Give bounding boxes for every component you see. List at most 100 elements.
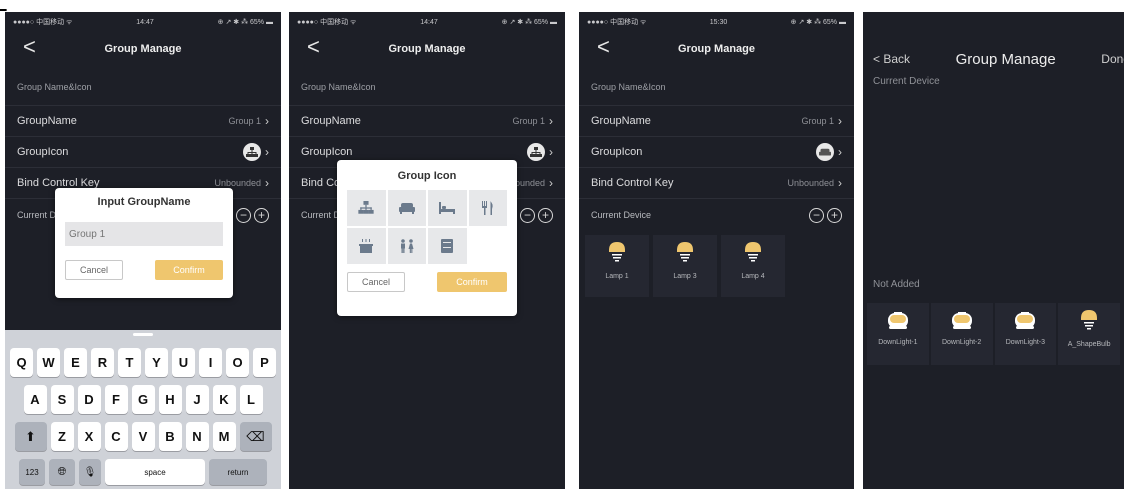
key-n[interactable]: N bbox=[185, 422, 209, 451]
key-i[interactable]: I bbox=[199, 348, 222, 377]
key-b[interactable]: B bbox=[158, 422, 182, 451]
row-groupicon[interactable]: GroupIcon › bbox=[579, 137, 854, 168]
input-groupname-dialog: Input GroupName Cancel Confirm bbox=[55, 188, 233, 298]
keyboard: Q W E R T Y U I O P A S D F G H J K L ⬆ … bbox=[5, 330, 281, 489]
current-device-label: Current Device bbox=[873, 76, 940, 87]
bulb-icon bbox=[609, 242, 625, 262]
sofa-icon bbox=[816, 143, 834, 161]
device-tile[interactable]: A_ShapeBulb bbox=[1058, 303, 1120, 365]
shift-key-icon[interactable]: ⬆ bbox=[14, 422, 47, 451]
back-chevron-icon[interactable]: < bbox=[307, 36, 320, 58]
back-chevron-icon[interactable]: < bbox=[597, 36, 610, 58]
key-v[interactable]: V bbox=[131, 422, 155, 451]
key-k[interactable]: K bbox=[212, 385, 236, 414]
stove-icon[interactable] bbox=[347, 228, 386, 264]
icon-grid bbox=[347, 190, 507, 264]
key-g[interactable]: G bbox=[131, 385, 155, 414]
remove-circle-icon[interactable]: − bbox=[809, 207, 824, 223]
microphone-key-icon[interactable]: 🎙︎ bbox=[79, 459, 101, 485]
key-f[interactable]: F bbox=[104, 385, 128, 414]
key-y[interactable]: Y bbox=[145, 348, 168, 377]
device-tile[interactable]: Lamp 1 bbox=[585, 235, 649, 297]
key-p[interactable]: P bbox=[253, 348, 276, 377]
key-d[interactable]: D bbox=[77, 385, 101, 414]
back-chevron-icon[interactable]: < bbox=[23, 36, 36, 58]
add-circle-icon[interactable]: + bbox=[827, 207, 842, 223]
nav-bar: < Group Manage bbox=[289, 32, 565, 66]
cancel-button[interactable]: Cancel bbox=[65, 260, 123, 280]
key-r[interactable]: R bbox=[91, 348, 114, 377]
key-j[interactable]: J bbox=[185, 385, 209, 414]
nav-title: Group Manage bbox=[955, 50, 1056, 68]
backspace-key-icon[interactable]: ⌫ bbox=[239, 422, 272, 451]
device-tile[interactable]: Lamp 4 bbox=[721, 235, 785, 297]
done-button[interactable]: Done bbox=[1101, 52, 1124, 66]
status-right: ⊕ ↗ ✱ ⁂ 65% ▬ bbox=[790, 19, 846, 26]
key-z[interactable]: Z bbox=[50, 422, 74, 451]
device-name: DownLight-3 bbox=[1005, 339, 1046, 346]
chevron-right-icon: › bbox=[838, 176, 842, 190]
back-button[interactable]: < Back bbox=[873, 52, 910, 66]
bed-icon[interactable] bbox=[428, 190, 467, 226]
current-device-list: Lamp 1 Lamp 3 Lamp 4 bbox=[579, 235, 854, 297]
key-a[interactable]: A bbox=[23, 385, 47, 414]
status-bar: ●●●●○ 中国移动 ᯤ 14:47 ⊕ ↗ ✱ ⁂ 65% ▬ bbox=[5, 12, 281, 32]
key-e[interactable]: E bbox=[64, 348, 87, 377]
key-s[interactable]: S bbox=[50, 385, 74, 414]
key-w[interactable]: W bbox=[37, 348, 60, 377]
device-name: Lamp 3 bbox=[673, 273, 697, 280]
confirm-button[interactable]: Confirm bbox=[437, 272, 507, 292]
groupname-input[interactable] bbox=[65, 222, 223, 246]
row-label: GroupIcon bbox=[591, 146, 643, 158]
row-groupname[interactable]: GroupName Group 1 › bbox=[289, 106, 565, 137]
chevron-right-icon: › bbox=[838, 145, 842, 159]
remove-circle-icon[interactable]: − bbox=[236, 207, 251, 223]
key-m[interactable]: M bbox=[212, 422, 236, 451]
key-c[interactable]: C bbox=[104, 422, 128, 451]
chevron-right-icon: › bbox=[265, 145, 269, 159]
space-key[interactable]: space bbox=[105, 459, 205, 485]
numbers-key[interactable]: 123 bbox=[19, 459, 45, 485]
key-t[interactable]: T bbox=[118, 348, 141, 377]
screen-not-added: < Back Group Manage Done Current Device … bbox=[863, 12, 1124, 489]
key-q[interactable]: Q bbox=[10, 348, 33, 377]
hierarchy-icon bbox=[243, 143, 261, 161]
status-bar: ●●●●○ 中国移动 ᯤ 15:30 ⊕ ↗ ✱ ⁂ 65% ▬ bbox=[579, 12, 854, 32]
add-circle-icon[interactable]: + bbox=[538, 207, 553, 223]
remove-circle-icon[interactable]: − bbox=[520, 207, 535, 223]
confirm-button[interactable]: Confirm bbox=[155, 260, 223, 280]
cancel-button[interactable]: Cancel bbox=[347, 272, 405, 292]
key-o[interactable]: O bbox=[226, 348, 249, 377]
add-circle-icon[interactable]: + bbox=[254, 207, 269, 223]
nav-bar: < Group Manage bbox=[579, 32, 854, 66]
cabinet-icon[interactable] bbox=[428, 228, 467, 264]
restroom-icon[interactable] bbox=[387, 228, 426, 264]
row-groupname[interactable]: GroupName Group 1 › bbox=[5, 106, 281, 137]
key-u[interactable]: U bbox=[172, 348, 195, 377]
chevron-right-icon: › bbox=[549, 176, 553, 190]
hierarchy-icon[interactable] bbox=[347, 190, 386, 226]
key-h[interactable]: H bbox=[158, 385, 182, 414]
row-value: Unbounded bbox=[214, 178, 261, 188]
globe-key-icon[interactable]: 🌐︎ bbox=[49, 459, 75, 485]
key-l[interactable]: L bbox=[239, 385, 263, 414]
current-device-header: Current Device − + bbox=[579, 199, 854, 231]
row-bind-control-key[interactable]: Bind Control Key Unbounded › bbox=[579, 168, 854, 199]
device-tile[interactable]: Lamp 3 bbox=[653, 235, 717, 297]
key-x[interactable]: X bbox=[77, 422, 101, 451]
nav-title: Group Manage bbox=[677, 43, 755, 55]
carrier-signal: ●●●●○ 中国移动 ᯤ bbox=[297, 19, 357, 26]
device-tile[interactable]: DownLight-1 bbox=[867, 303, 929, 365]
row-label: GroupIcon bbox=[301, 146, 353, 158]
sofa-icon[interactable] bbox=[387, 190, 426, 226]
downlight-icon bbox=[1015, 312, 1036, 329]
row-groupname[interactable]: GroupName Group 1 › bbox=[579, 106, 854, 137]
status-right: ⊕ ↗ ✱ ⁂ 65% ▬ bbox=[217, 19, 273, 26]
return-key[interactable]: return bbox=[209, 459, 267, 485]
row-groupicon[interactable]: GroupIcon › bbox=[5, 137, 281, 168]
device-tile[interactable]: DownLight-3 bbox=[994, 303, 1057, 365]
hierarchy-icon bbox=[527, 143, 545, 161]
device-tile[interactable]: DownLight-2 bbox=[930, 303, 993, 365]
status-time: 14:47 bbox=[136, 18, 154, 26]
dining-icon[interactable] bbox=[468, 190, 507, 226]
